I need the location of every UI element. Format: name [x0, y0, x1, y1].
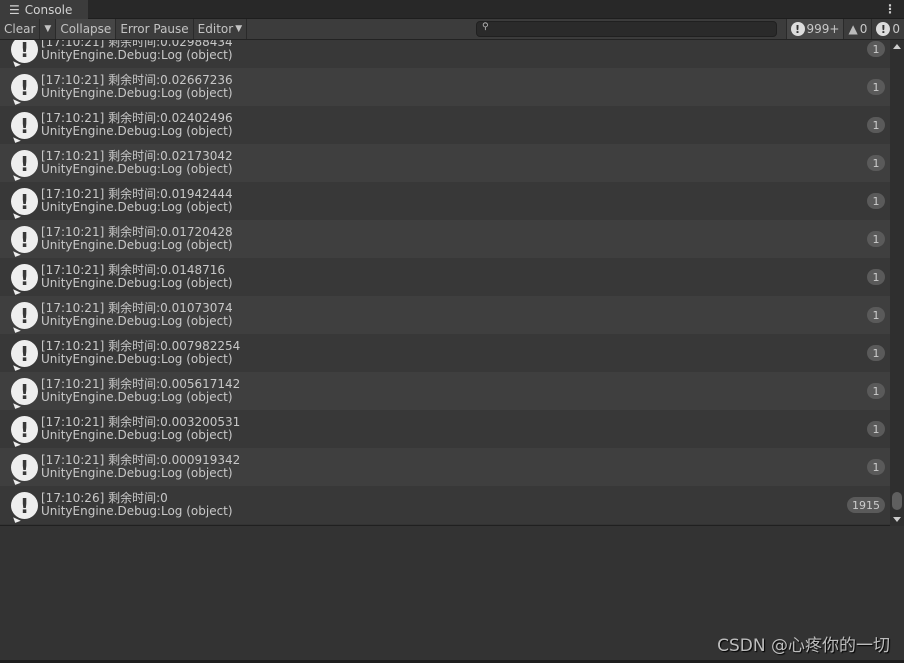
log-stacktrace: UnityEngine.Debug:Log (object)	[41, 390, 233, 404]
info-message-icon: !	[11, 150, 38, 177]
log-entry[interactable]: ! [17:10:21] 剩余时间:0.0148716 UnityEngine.…	[0, 258, 890, 296]
chevron-down-icon: ▼	[235, 24, 243, 34]
scroll-down-icon[interactable]	[893, 517, 901, 522]
tab-title: Console	[24, 2, 73, 17]
log-entry[interactable]: ! [17:10:21] 剩余时间:0.003200531 UnityEngin…	[0, 410, 890, 448]
scrollbar[interactable]	[890, 40, 904, 526]
collapse-toggle[interactable]: Collapse	[56, 19, 117, 39]
log-stacktrace: UnityEngine.Debug:Log (object)	[41, 466, 233, 480]
editor-dropdown[interactable]: Editor ▼	[194, 19, 248, 39]
collapse-count-badge: 1915	[847, 497, 885, 513]
info-message-icon: !	[11, 40, 38, 63]
log-list: ! [17:10:21] 剩余时间:0.02988434 UnityEngine…	[0, 40, 890, 526]
log-entry[interactable]: ! [17:10:21] 剩余时间:0.000919342 UnityEngin…	[0, 448, 890, 486]
scroll-up-icon[interactable]	[893, 44, 901, 49]
error-pause-toggle[interactable]: Error Pause	[116, 19, 194, 39]
search-input[interactable]: ⚲	[476, 21, 777, 37]
log-stacktrace: UnityEngine.Debug:Log (object)	[41, 48, 233, 62]
info-message-icon: !	[11, 112, 38, 139]
log-entry[interactable]: ! [17:10:21] 剩余时间:0.007982254 UnityEngin…	[0, 334, 890, 372]
info-message-icon: !	[11, 226, 38, 253]
collapse-count-badge: 1	[867, 193, 885, 209]
collapse-count-badge: 1	[867, 41, 885, 57]
more-options-icon[interactable]: ⋮	[884, 2, 896, 16]
info-message-icon: !	[11, 378, 38, 405]
scrollbar-thumb[interactable]	[892, 492, 902, 510]
console-list-icon: ☰	[9, 2, 20, 17]
log-stacktrace: UnityEngine.Debug:Log (object)	[41, 124, 233, 138]
log-entry[interactable]: ! [17:10:21] 剩余时间:0.02173042 UnityEngine…	[0, 144, 890, 182]
log-stacktrace: UnityEngine.Debug:Log (object)	[41, 276, 233, 290]
warning-count-toggle[interactable]: ▲ 0	[843, 19, 872, 39]
log-stacktrace: UnityEngine.Debug:Log (object)	[41, 314, 233, 328]
console-toolbar: Clear ▼ Collapse Error Pause Editor ▼ ⚲ !…	[0, 19, 904, 40]
log-stacktrace: UnityEngine.Debug:Log (object)	[41, 162, 233, 176]
log-count-toggle[interactable]: ! 999+	[785, 19, 844, 39]
log-entry[interactable]: ! [17:10:21] 剩余时间:0.02988434 UnityEngine…	[0, 40, 890, 68]
error-count-toggle[interactable]: ! 0	[871, 19, 904, 39]
info-message-icon: !	[11, 302, 38, 329]
collapse-count-badge: 1	[867, 307, 885, 323]
log-entry[interactable]: ! [17:10:26] 剩余时间:0 UnityEngine.Debug:Lo…	[0, 486, 890, 524]
chevron-down-icon: ▼	[44, 24, 52, 34]
info-message-icon: !	[11, 340, 38, 367]
collapse-count-badge: 1	[867, 117, 885, 133]
collapse-count-badge: 1	[867, 155, 885, 171]
warning-icon: ▲	[848, 22, 858, 36]
log-stacktrace: UnityEngine.Debug:Log (object)	[41, 200, 233, 214]
info-message-icon: !	[11, 264, 38, 291]
collapse-count-badge: 1	[867, 421, 885, 437]
tab-bar: ☰ Console ⋮	[0, 0, 904, 19]
log-entry[interactable]: ! [17:10:21] 剩余时间:0.01942444 UnityEngine…	[0, 182, 890, 220]
tab-console[interactable]: ☰ Console	[0, 0, 88, 19]
collapse-count-badge: 1	[867, 345, 885, 361]
watermark: CSDN @心疼你的一切	[717, 636, 890, 656]
warning-count: 0	[859, 22, 868, 36]
info-icon: !	[790, 22, 805, 36]
log-count: 999+	[806, 22, 840, 36]
log-stacktrace: UnityEngine.Debug:Log (object)	[41, 238, 233, 252]
log-entry[interactable]: ! [17:10:21] 剩余时间:0.02667236 UnityEngine…	[0, 68, 890, 106]
error-icon: !	[876, 22, 891, 36]
collapse-count-badge: 1	[867, 231, 885, 247]
collapse-count-badge: 1	[867, 383, 885, 399]
info-message-icon: !	[11, 492, 38, 519]
log-entry[interactable]: ! [17:10:21] 剩余时间:0.01073074 UnityEngine…	[0, 296, 890, 334]
search-icon: ⚲	[482, 22, 489, 32]
error-count: 0	[892, 22, 900, 36]
clear-options-dropdown[interactable]: ▼	[40, 19, 57, 39]
collapse-count-badge: 1	[867, 459, 885, 475]
editor-label: Editor	[197, 22, 234, 36]
collapse-count-badge: 1	[867, 269, 885, 285]
clear-button[interactable]: Clear	[0, 19, 41, 39]
log-entry[interactable]: ! [17:10:21] 剩余时间:0.005617142 UnityEngin…	[0, 372, 890, 410]
log-entry[interactable]: ! [17:10:21] 剩余时间:0.01720428 UnityEngine…	[0, 220, 890, 258]
info-message-icon: !	[11, 454, 38, 481]
collapse-count-badge: 1	[867, 79, 885, 95]
info-message-icon: !	[11, 188, 38, 215]
log-entry[interactable]: ! [17:10:21] 剩余时间:0.02402496 UnityEngine…	[0, 106, 890, 144]
log-stacktrace: UnityEngine.Debug:Log (object)	[41, 86, 233, 100]
log-stacktrace: UnityEngine.Debug:Log (object)	[41, 352, 233, 366]
log-stacktrace: UnityEngine.Debug:Log (object)	[41, 428, 233, 442]
info-message-icon: !	[11, 74, 38, 101]
log-stacktrace: UnityEngine.Debug:Log (object)	[41, 504, 233, 518]
info-message-icon: !	[11, 416, 38, 443]
